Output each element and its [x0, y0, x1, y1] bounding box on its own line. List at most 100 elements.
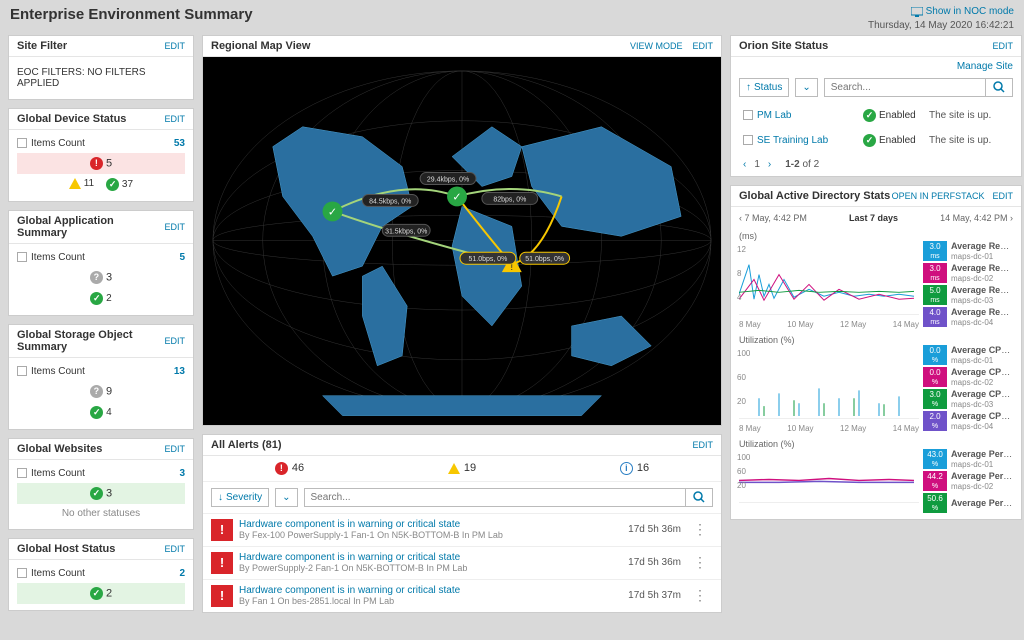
ok-stat[interactable]: ✓ 4 — [90, 406, 111, 419]
site-status-card: Orion Site StatusEDIT Manage Site ↑ Stat… — [730, 35, 1022, 177]
info-icon: i — [620, 462, 633, 475]
alert-menu[interactable]: ⋮ — [687, 587, 713, 604]
alert-title[interactable]: Hardware component is in warning or crit… — [239, 585, 622, 596]
legend-item[interactable]: 3.0ms Average Respo...maps-dc-01 — [923, 241, 1013, 261]
manage-site-link[interactable]: Manage Site — [731, 57, 1021, 72]
edit-link[interactable]: EDIT — [992, 41, 1013, 51]
ok-icon: ✓ — [90, 487, 103, 500]
critical-strip[interactable]: ! 5 — [17, 153, 185, 174]
items-count[interactable]: 2 — [179, 568, 185, 579]
legend-item[interactable]: 2.0% Average CPU Lo...maps-dc-04 — [923, 411, 1013, 431]
items-label: Items Count — [31, 568, 85, 579]
site-row[interactable]: SE Training Lab ✓Enabled The site is up. — [739, 128, 1013, 153]
ok-strip[interactable]: ✓ 2 — [17, 583, 185, 604]
storage-summary-card: Global Storage Object SummaryEDIT Items … — [8, 324, 194, 430]
ok-icon: ✓ — [863, 134, 876, 147]
status-sort-button[interactable]: ↑ Status — [739, 78, 789, 97]
alert-row[interactable]: ! Hardware component is in warning or cr… — [203, 513, 721, 546]
view-mode-link[interactable]: VIEW MODE — [630, 41, 683, 51]
legend-item[interactable]: 3.0ms Average Respo...maps-dc-02 — [923, 263, 1013, 283]
page-next[interactable]: › — [768, 159, 771, 170]
open-perfstack-link[interactable]: OPEN IN PERFSTACK — [892, 191, 985, 201]
warn-stat[interactable]: 11 — [69, 178, 94, 191]
unknown-strip[interactable]: ? 3 — [17, 267, 185, 288]
chart3-unit: Utilization (%) — [731, 437, 1021, 449]
warning-icon — [69, 178, 81, 189]
card-title: Global Active Directory Stats — [739, 190, 890, 202]
legend-badge: 5.0ms — [923, 285, 947, 305]
alert-title[interactable]: Hardware component is in warning or crit… — [239, 552, 622, 563]
map-card: Regional Map View VIEW MODEEDIT — [202, 35, 722, 426]
world-map[interactable]: ✓ ✓ ! 84.5kbps, 0% 29.4kbps, 0% 82bps, 0… — [203, 57, 721, 425]
legend-item[interactable]: 44.2% Average Percen...maps-dc-02 — [923, 471, 1013, 491]
edit-link[interactable]: EDIT — [692, 440, 713, 450]
filter-text: EOC FILTERS: NO FILTERS APPLIED — [17, 63, 185, 93]
sites-search-input[interactable] — [824, 78, 986, 97]
noc-mode-link[interactable]: Show in NOC mode — [911, 6, 1014, 17]
tab-info[interactable]: i16 — [620, 462, 649, 475]
unknown-strip[interactable]: ? 9 — [17, 381, 185, 402]
site-icon — [743, 135, 753, 145]
alert-menu[interactable]: ⋮ — [687, 554, 713, 571]
legend-item[interactable]: 50.6% Average Percen... — [923, 493, 1013, 513]
range-from[interactable]: ‹ 7 May, 4:42 PM — [739, 213, 807, 223]
memory-chart[interactable]: 1006020 — [739, 453, 919, 503]
range-to[interactable]: 14 May, 4:42 PM › — [940, 213, 1013, 223]
svg-text:29.4kbps, 0%: 29.4kbps, 0% — [427, 176, 469, 183]
edit-link[interactable]: EDIT — [164, 544, 185, 554]
items-count[interactable]: 13 — [174, 366, 185, 377]
unknown-icon: ? — [90, 271, 103, 284]
legend-item[interactable]: 0.0% Average CPU Lo...maps-dc-01 — [923, 345, 1013, 365]
tab-critical[interactable]: !46 — [275, 462, 304, 475]
site-icon — [743, 110, 753, 120]
range-label[interactable]: Last 7 days — [849, 213, 898, 223]
alert-row[interactable]: ! Hardware component is in warning or cr… — [203, 579, 721, 612]
ok-stat[interactable]: ✓ 2 — [90, 292, 111, 305]
svg-text:82bps, 0%: 82bps, 0% — [493, 196, 526, 203]
severity-sort-button[interactable]: ↓ Severity — [211, 488, 269, 507]
edit-link[interactable]: EDIT — [164, 222, 185, 232]
legend-item[interactable]: 5.0ms Average Respo...maps-dc-03 — [923, 285, 1013, 305]
edit-link[interactable]: EDIT — [164, 444, 185, 454]
edit-link[interactable]: EDIT — [692, 41, 713, 51]
alert-menu[interactable]: ⋮ — [687, 521, 713, 538]
legend-item[interactable]: 4.0ms Average Respo...maps-dc-04 — [923, 307, 1013, 327]
legend-item[interactable]: 0.0% Average CPU Lo...maps-dc-02 — [923, 367, 1013, 387]
severity-dropdown[interactable]: ⌄ — [275, 488, 297, 507]
alerts-search-input[interactable] — [304, 488, 686, 507]
svg-text:31.5kbps, 0%: 31.5kbps, 0% — [385, 228, 427, 235]
page-prev[interactable]: ‹ — [743, 159, 746, 170]
svg-text:84.5kbps, 0%: 84.5kbps, 0% — [369, 198, 411, 205]
status-dropdown[interactable]: ⌄ — [795, 78, 817, 97]
response-chart[interactable]: 1284 — [739, 245, 919, 315]
ok-stat[interactable]: ✓ 37 — [106, 178, 133, 191]
alert-time: 17d 5h 36m — [628, 524, 681, 535]
alert-title[interactable]: Hardware component is in warning or crit… — [239, 519, 622, 530]
site-row[interactable]: PM Lab ✓Enabled The site is up. — [739, 103, 1013, 128]
site-filter-card: Site Filter EDIT EOC FILTERS: NO FILTERS … — [8, 35, 194, 100]
search-button[interactable] — [986, 78, 1013, 97]
legend-item[interactable]: 3.0% Average CPU Lo...maps-dc-03 — [923, 389, 1013, 409]
card-title: Global Host Status — [17, 543, 115, 555]
card-title: Site Filter — [17, 40, 67, 52]
edit-link[interactable]: EDIT — [164, 41, 185, 51]
items-count[interactable]: 3 — [179, 468, 185, 479]
ok-strip[interactable]: ✓ 3 — [17, 483, 185, 504]
items-count[interactable]: 53 — [174, 138, 185, 149]
edit-link[interactable]: EDIT — [164, 114, 185, 124]
tab-warning[interactable]: 19 — [448, 462, 476, 475]
alert-row[interactable]: ! Hardware component is in warning or cr… — [203, 546, 721, 579]
alert-meta: By Fan 1 On bes-2851.local In PM Lab — [239, 596, 622, 606]
edit-link[interactable]: EDIT — [164, 336, 185, 346]
items-count[interactable]: 5 — [179, 252, 185, 263]
search-button[interactable] — [686, 488, 713, 507]
page-title: Enterprise Environment Summary — [10, 6, 253, 23]
legend-item[interactable]: 43.0% Average Percen...maps-dc-01 — [923, 449, 1013, 469]
cpu-chart[interactable]: 1006020 — [739, 349, 919, 419]
svg-text:51.0bps, 0%: 51.0bps, 0% — [469, 256, 508, 263]
legend-badge: 0.0% — [923, 367, 947, 387]
alert-meta: By Fex-100 PowerSupply-1 Fan-1 On N5K-BO… — [239, 530, 622, 540]
edit-link[interactable]: EDIT — [992, 191, 1013, 201]
chart1-unit: (ms) — [731, 229, 1021, 241]
legend-badge: 2.0% — [923, 411, 947, 431]
